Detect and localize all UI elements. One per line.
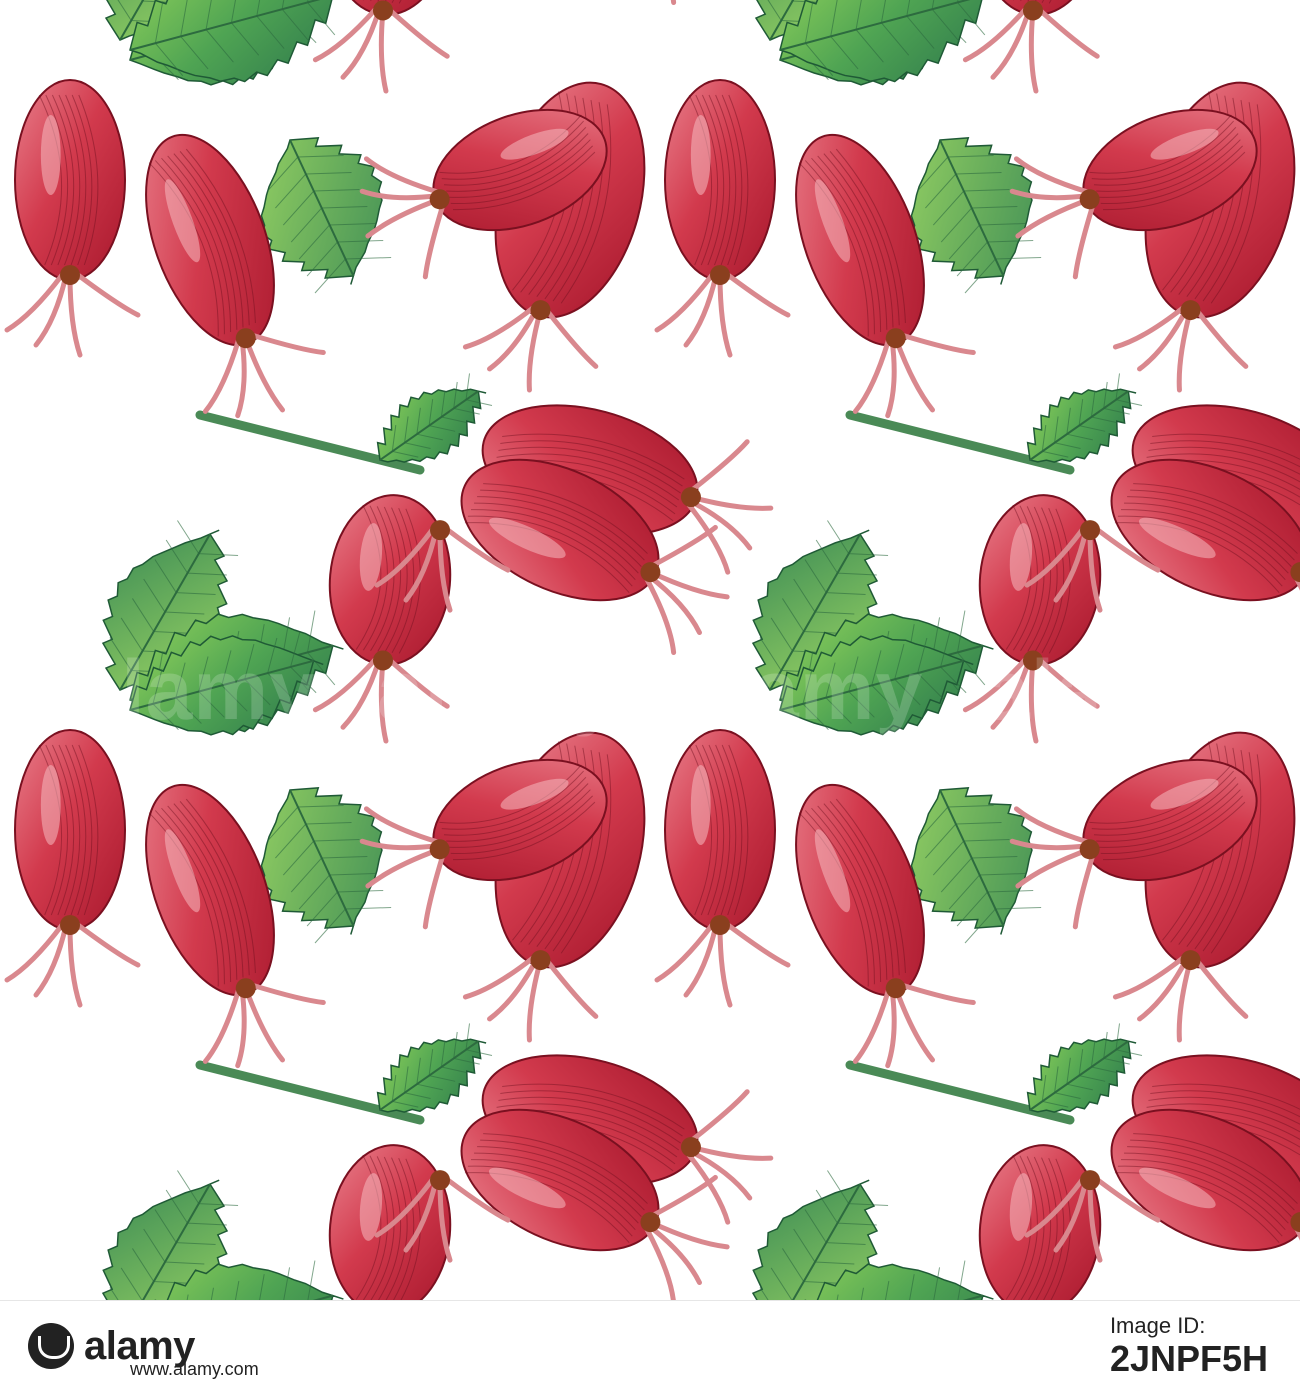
rosehip-berry [1088,0,1300,13]
pattern-tile [657,0,1300,108]
site-url[interactable]: www.alamy.com [130,1359,259,1380]
artwork-canvas [0,0,1300,1300]
pattern-tile [7,0,786,758]
rosehip-berry [657,730,788,1005]
pattern-tile [657,0,1300,758]
rosehip-berry [7,80,138,355]
rosehip-berry [438,0,751,13]
rosehip-berry [7,730,138,1005]
rosehip-berry [313,0,465,96]
image-id-label: Image ID: [1110,1313,1268,1339]
rosehip-berry [963,0,1115,96]
brand-mark-icon [28,1323,74,1369]
image-id: 2JNPF5H [1110,1339,1268,1379]
rosehip-pattern-illustration [0,0,1300,1300]
rosehip-berry [657,80,788,355]
pattern-tile [7,610,786,1300]
image-id-block: Image ID: 2JNPF5H [1110,1313,1268,1379]
pattern-tile [657,610,1300,1300]
pattern-tile [7,0,786,108]
stock-footer: alamy Image ID: 2JNPF5H www.alamy.com [0,1300,1300,1391]
